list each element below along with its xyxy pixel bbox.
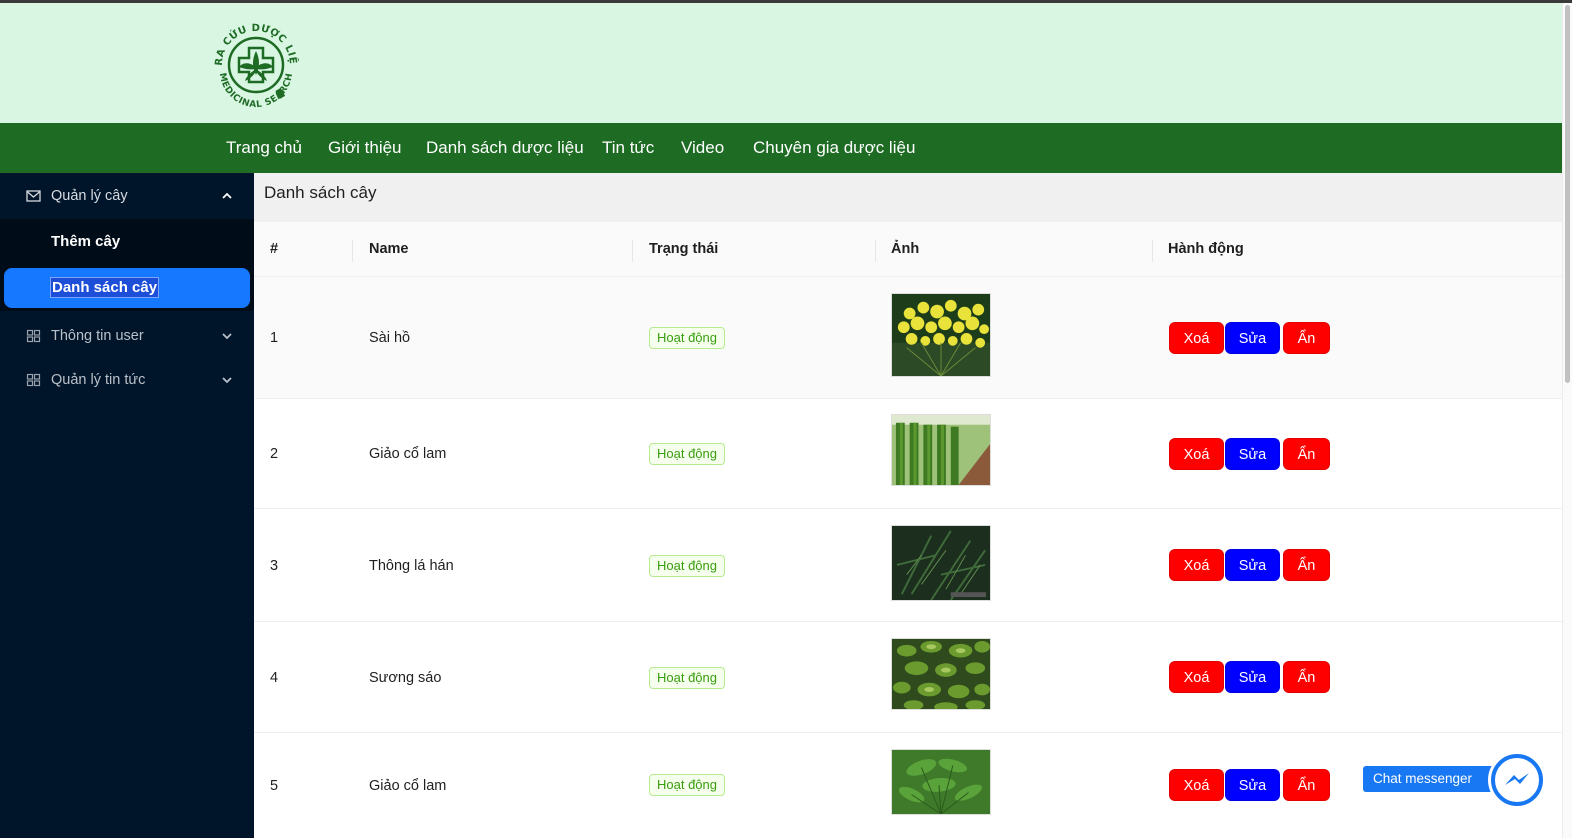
row-name: Giảo cổ lam — [369, 446, 447, 462]
row-name: Thông lá hán — [369, 558, 454, 574]
hide-button[interactable]: Ẩn — [1283, 769, 1330, 801]
delete-button[interactable]: Xoá — [1169, 769, 1224, 801]
column-divider — [632, 240, 633, 262]
column-header-status: Trạng thái — [649, 241, 719, 257]
main-nav: Trang chủ Giới thiệu Danh sách dược liệu… — [0, 123, 1562, 173]
delete-button[interactable]: Xoá — [1169, 322, 1224, 354]
page-scrollbar[interactable] — [1562, 3, 1572, 838]
row-index: 3 — [270, 558, 279, 574]
edit-button[interactable]: Sửa — [1225, 661, 1280, 693]
table-row[interactable]: 4 Sương sáo Hoạt động Xoá Sửa Ẩn — [254, 622, 1562, 733]
row-index: 4 — [270, 670, 279, 686]
nav-gioi-thieu[interactable]: Giới thiệu — [328, 123, 402, 173]
row-index: 2 — [270, 446, 279, 462]
table-row[interactable]: 2 Giảo cổ lam Hoạt động Xoá Sửa Ẩn — [254, 399, 1562, 509]
scrollbar-thumb[interactable] — [1565, 5, 1570, 383]
sidebar-group-label: Quản lý tin tức — [51, 372, 146, 388]
edit-button[interactable]: Sửa — [1225, 322, 1280, 354]
sidebar-item-danh-sach-cay[interactable]: Danh sách cây — [4, 268, 250, 308]
sidebar-item-label: Thêm cây — [51, 233, 121, 250]
row-index: 5 — [270, 778, 279, 794]
column-divider — [1152, 240, 1153, 262]
hide-button[interactable]: Ẩn — [1283, 438, 1330, 470]
chevron-down-icon — [222, 333, 232, 340]
plant-image[interactable] — [891, 414, 991, 486]
plant-image[interactable] — [891, 525, 991, 601]
grid-icon — [26, 329, 41, 343]
hide-button[interactable]: Ẩn — [1283, 549, 1330, 581]
hide-button[interactable]: Ẩn — [1283, 661, 1330, 693]
column-header-name: Name — [369, 241, 409, 257]
delete-button[interactable]: Xoá — [1169, 438, 1224, 470]
page-title: Danh sách cây — [254, 173, 1562, 222]
messenger-icon[interactable] — [1488, 751, 1546, 809]
edit-button[interactable]: Sửa — [1225, 549, 1280, 581]
plant-image[interactable] — [891, 293, 991, 377]
sidebar-submenu: Thêm cây Danh sách cây — [0, 219, 254, 311]
main-content: Danh sách cây # Name Trạng thái Ảnh Hành… — [254, 173, 1562, 838]
column-divider — [352, 240, 353, 262]
plant-image[interactable] — [891, 749, 991, 815]
table-row[interactable]: 1 Sài hồ Hoạt động Xoá Sửa Ẩn — [254, 277, 1562, 399]
table-header: # Name Trạng thái Ảnh Hành động — [254, 222, 1562, 277]
nav-tin-tuc[interactable]: Tin tức — [602, 123, 654, 173]
nav-trang-chu[interactable]: Trang chủ — [226, 123, 302, 173]
status-badge: Hoạt động — [649, 327, 725, 349]
row-name: Giảo cổ lam — [369, 778, 447, 794]
chevron-up-icon — [222, 192, 232, 199]
column-header-image: Ảnh — [891, 241, 920, 257]
sidebar-item-label: Danh sách cây — [49, 277, 160, 298]
mail-icon — [26, 190, 41, 202]
nav-video[interactable]: Video — [681, 123, 724, 173]
site-logo[interactable]: TRA CỨU DƯỢC LIỆU MEDICINAL SEARCH — [208, 17, 304, 113]
status-badge: Hoạt động — [649, 667, 725, 689]
sidebar-group-quan-ly-tin-tuc[interactable]: Quản lý tin tức — [0, 357, 254, 403]
status-badge: Hoạt động — [649, 443, 725, 465]
plant-image[interactable] — [891, 638, 991, 710]
site-header: TRA CỨU DƯỢC LIỆU MEDICINAL SEARCH — [0, 3, 1562, 123]
nav-chuyen-gia-duoc-lieu[interactable]: Chuyên gia dược liệu — [753, 123, 915, 173]
grid-icon — [26, 373, 41, 387]
edit-button[interactable]: Sửa — [1225, 769, 1280, 801]
status-badge: Hoạt động — [649, 555, 725, 577]
sidebar-item-them-cay[interactable]: Thêm cây — [4, 222, 250, 262]
table-row[interactable]: 3 Thông lá hán Hoạt động Xoá Sửa Ẩn — [254, 509, 1562, 622]
hide-button[interactable]: Ẩn — [1283, 322, 1330, 354]
sidebar-group-label: Quản lý cây — [51, 188, 128, 204]
sidebar-group-thong-tin-user[interactable]: Thông tin user — [0, 313, 254, 359]
delete-button[interactable]: Xoá — [1169, 661, 1224, 693]
status-badge: Hoạt động — [649, 774, 725, 796]
row-index: 1 — [270, 330, 279, 346]
admin-sidebar: Quản lý cây Thêm cây Danh sách cây Thông… — [0, 173, 254, 838]
edit-button[interactable]: Sửa — [1225, 438, 1280, 470]
column-header-index: # — [270, 241, 279, 257]
row-name: Sương sáo — [369, 670, 442, 686]
chevron-down-icon — [222, 377, 232, 384]
column-header-actions: Hành động — [1168, 241, 1244, 257]
sidebar-group-quan-ly-cay[interactable]: Quản lý cây — [0, 173, 254, 219]
row-name: Sài hồ — [369, 330, 411, 346]
column-divider — [875, 240, 876, 262]
sidebar-group-label: Thông tin user — [51, 328, 144, 344]
delete-button[interactable]: Xoá — [1169, 549, 1224, 581]
nav-danh-sach-duoc-lieu[interactable]: Danh sách dược liệu — [426, 123, 584, 173]
